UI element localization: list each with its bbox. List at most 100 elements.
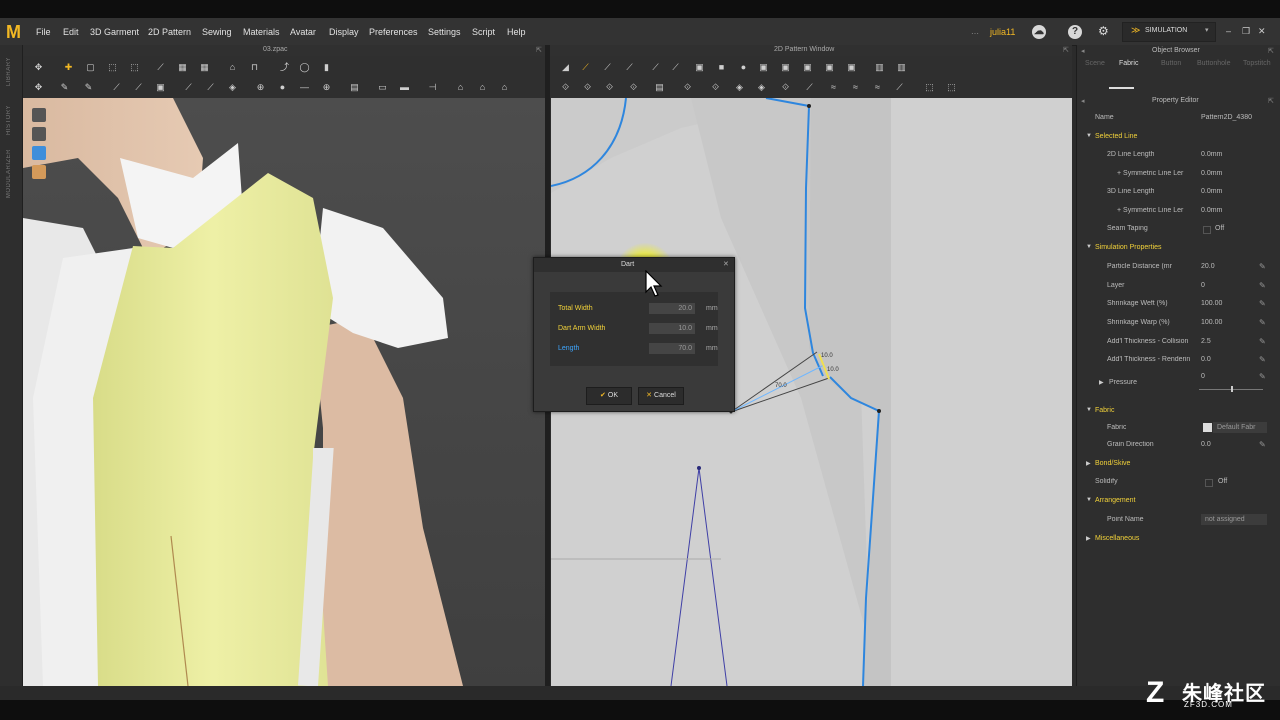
rail-modularizer[interactable]: MODULARIZER bbox=[6, 149, 12, 198]
tool-o-icon[interactable]: ▭ bbox=[377, 83, 388, 92]
tool-b-icon[interactable]: ✎ bbox=[59, 83, 70, 92]
tool2d-h-icon[interactable]: ■ bbox=[716, 63, 727, 72]
edit-pencil-icon[interactable]: ✎ bbox=[1259, 262, 1266, 271]
fabric-dropdown[interactable]: Default Fabr bbox=[1213, 422, 1267, 433]
prop-particle-value[interactable]: 20.0 bbox=[1201, 263, 1215, 270]
tab-scene[interactable]: Scene bbox=[1085, 60, 1105, 67]
tool-box-icon[interactable]: ▢ bbox=[85, 63, 96, 72]
tool2d-f-icon[interactable]: ⟋ bbox=[670, 63, 681, 72]
collapse-icon[interactable]: ◂ bbox=[1081, 47, 1085, 55]
prop-layer-value[interactable]: 0 bbox=[1201, 282, 1205, 289]
dialog-close-icon[interactable]: ✕ bbox=[723, 260, 731, 268]
edit-pencil-icon[interactable]: ✎ bbox=[1259, 337, 1266, 346]
tool-a-icon[interactable]: ✥ bbox=[33, 83, 44, 92]
tool2d-c-icon[interactable]: ⟋ bbox=[602, 63, 613, 72]
solidify-checkbox[interactable] bbox=[1205, 479, 1213, 487]
tool2d-s-icon[interactable]: ⟐ bbox=[604, 83, 615, 92]
tool-e-icon[interactable]: ⟋ bbox=[133, 83, 144, 92]
avatar-shirt-icon[interactable] bbox=[32, 108, 46, 122]
tool2d-a-icon[interactable]: ◢ bbox=[560, 63, 571, 72]
tool2d-ad-icon[interactable]: ≈ bbox=[872, 83, 883, 92]
rail-library[interactable]: LIBRARY bbox=[6, 57, 12, 86]
length-input[interactable]: 70.0 bbox=[649, 343, 695, 354]
user-name[interactable]: julia11 bbox=[990, 27, 1015, 37]
tool2d-ac-icon[interactable]: ≈ bbox=[850, 83, 861, 92]
menu-help[interactable]: Help bbox=[507, 27, 526, 37]
tool2d-v-icon[interactable]: ⟐ bbox=[682, 83, 693, 92]
pe-collapse-icon[interactable]: ◂ bbox=[1081, 97, 1085, 105]
tool-pin-icon[interactable]: ⟋ bbox=[155, 63, 166, 72]
tool2d-q-icon[interactable]: ⟐ bbox=[560, 83, 571, 92]
tool2d-af-icon[interactable]: ⬚ bbox=[924, 83, 935, 92]
maximize-icon[interactable]: ❐ bbox=[1242, 26, 1250, 37]
edit-pencil-icon[interactable]: ✎ bbox=[1259, 355, 1266, 364]
section-arrangement[interactable]: ▼ Arrangement bbox=[1077, 493, 1280, 509]
tool2d-b-icon[interactable]: ⟋ bbox=[580, 63, 591, 72]
tool-i-icon[interactable]: ◈ bbox=[227, 83, 238, 92]
menu-materials[interactable]: Materials bbox=[243, 27, 280, 37]
tool-grid2-icon[interactable]: ▦ bbox=[199, 63, 210, 72]
avatar-person-icon[interactable] bbox=[32, 127, 46, 141]
tool2d-y-icon[interactable]: ◈ bbox=[756, 83, 767, 92]
tool-m-icon[interactable]: ⊕ bbox=[321, 83, 332, 92]
simulation-toggle[interactable]: ≫ SIMULATION ▾ bbox=[1122, 22, 1216, 42]
tab-fabric[interactable]: Fabric bbox=[1119, 60, 1138, 67]
avatar-skin-icon[interactable] bbox=[32, 165, 46, 179]
tool-hanger-icon[interactable]: ⌂ bbox=[227, 63, 238, 72]
tool-t-icon[interactable]: ⌂ bbox=[499, 83, 510, 92]
prop-sym2-label[interactable]: + Symmetric Line Ler bbox=[1117, 207, 1187, 214]
cloud-icon[interactable]: ☁ bbox=[1032, 25, 1046, 39]
section-bond[interactable]: ▶ Bond/Skive bbox=[1077, 456, 1280, 472]
menu-edit[interactable]: Edit bbox=[63, 27, 79, 37]
seam-taping-checkbox[interactable] bbox=[1203, 226, 1211, 234]
section-misc[interactable]: ▶ Miscellaneous bbox=[1077, 531, 1280, 547]
section-fabric[interactable]: ▼ Fabric bbox=[1077, 403, 1280, 419]
settings-gear-icon[interactable]: ⚙ bbox=[1098, 24, 1109, 38]
menu-file[interactable]: File bbox=[36, 27, 51, 37]
tool2d-i-icon[interactable]: ● bbox=[738, 63, 749, 72]
prop-thick-col-value[interactable]: 2.5 bbox=[1201, 338, 1211, 345]
tool2d-m-icon[interactable]: ▣ bbox=[824, 63, 835, 72]
tab-topstitch[interactable]: Topstitch bbox=[1243, 60, 1271, 67]
prop-grain-value[interactable]: 0.0 bbox=[1201, 441, 1211, 448]
tool-select-icon[interactable]: ✥ bbox=[33, 63, 44, 72]
ob-expand-icon[interactable]: ⇱ bbox=[1268, 47, 1274, 55]
tool-tape-icon[interactable]: ◯ bbox=[299, 63, 310, 72]
section-sim-props[interactable]: ▼ Simulation Properties bbox=[1077, 240, 1280, 256]
prop-weft-value[interactable]: 100.00 bbox=[1201, 300, 1222, 307]
avatar-pattern-icon[interactable] bbox=[32, 146, 46, 160]
fabric-swatch[interactable] bbox=[1203, 423, 1212, 432]
tool2d-z-icon[interactable]: ⟐ bbox=[780, 83, 791, 92]
tool-r-icon[interactable]: ⌂ bbox=[455, 83, 466, 92]
edit-pencil-icon[interactable]: ✎ bbox=[1259, 281, 1266, 290]
tool-q-icon[interactable]: ⊣ bbox=[427, 83, 438, 92]
expand-icon[interactable]: ⇱ bbox=[536, 46, 542, 54]
tool2d-d-icon[interactable]: ⟋ bbox=[624, 63, 635, 72]
tool-frame2-icon[interactable]: ⬚ bbox=[129, 63, 140, 72]
tool-f-icon[interactable]: ▣ bbox=[155, 83, 166, 92]
tool-frame-icon[interactable]: ⬚ bbox=[107, 63, 118, 72]
menu-2d-pattern[interactable]: 2D Pattern bbox=[148, 27, 191, 37]
tool-d-icon[interactable]: ⟋ bbox=[111, 83, 122, 92]
edit-pencil-icon[interactable]: ✎ bbox=[1259, 318, 1266, 327]
tool2d-u-icon[interactable]: ▤ bbox=[654, 83, 665, 92]
help-icon[interactable]: ? bbox=[1068, 25, 1082, 39]
pe-expand-icon[interactable]: ⇱ bbox=[1268, 97, 1274, 105]
tool2d-ab-icon[interactable]: ≈ bbox=[828, 83, 839, 92]
close-icon[interactable]: ✕ bbox=[1258, 26, 1266, 37]
tool2d-p-icon[interactable]: ▥ bbox=[896, 63, 907, 72]
pressure-slider-handle[interactable] bbox=[1231, 386, 1233, 392]
tool-p-icon[interactable]: ▬ bbox=[399, 83, 410, 92]
tab-buttonhole[interactable]: Buttonhole bbox=[1197, 60, 1230, 67]
object-browser-scrollbar[interactable] bbox=[1109, 87, 1134, 89]
tool2d-x-icon[interactable]: ◈ bbox=[734, 83, 745, 92]
ok-button[interactable]: ✔ OK bbox=[586, 387, 632, 405]
tool2d-ag-icon[interactable]: ⬚ bbox=[946, 83, 957, 92]
tool-c-icon[interactable]: ✎ bbox=[83, 83, 94, 92]
tool2d-g-icon[interactable]: ▣ bbox=[694, 63, 705, 72]
menu-3d-garment[interactable]: 3D Garment bbox=[90, 27, 139, 37]
prop-thick-ren-value[interactable]: 0.0 bbox=[1201, 356, 1211, 363]
minimize-icon[interactable]: – bbox=[1226, 26, 1231, 36]
dart-arm-width-input[interactable]: 10.0 bbox=[649, 323, 695, 334]
point-name-dropdown[interactable]: not assigned bbox=[1201, 514, 1267, 525]
